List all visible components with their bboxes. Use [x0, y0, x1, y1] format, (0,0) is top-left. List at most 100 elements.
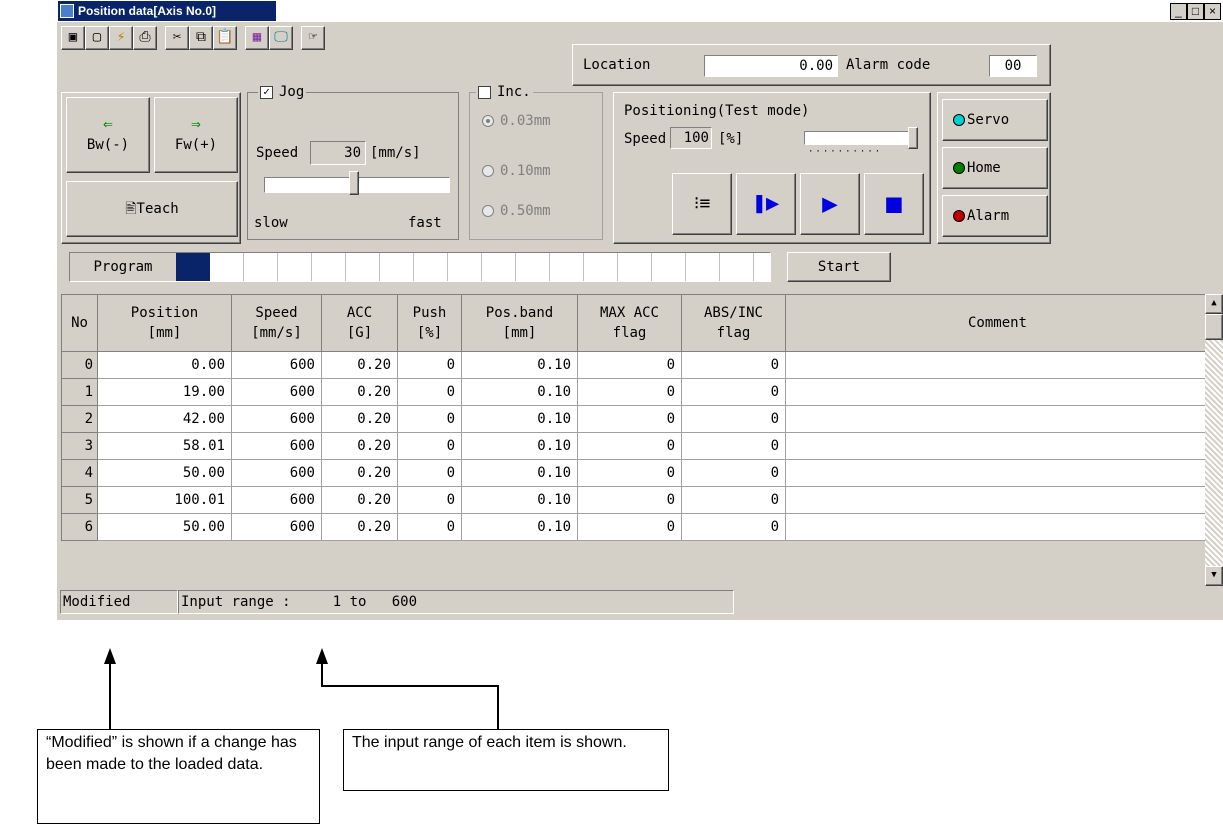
table-cell[interactable]: 0: [577, 351, 682, 379]
vertical-scrollbar[interactable]: ▲ ▼: [1205, 294, 1223, 586]
table-cell[interactable]: 0.10: [461, 405, 578, 433]
table-cell[interactable]: 0: [397, 405, 462, 433]
table-cell[interactable]: 0: [397, 378, 462, 406]
servo-button[interactable]: Servo: [942, 99, 1048, 141]
table-cell[interactable]: 600: [231, 351, 322, 379]
table-cell[interactable]: 0.20: [321, 459, 398, 487]
comment-cell[interactable]: [785, 432, 1210, 460]
table-cell[interactable]: 0.10: [461, 486, 578, 514]
table-row[interactable]: 3 58.01 600 0.20 0 0.10 0 0: [61, 432, 1210, 460]
start-button[interactable]: Start: [787, 252, 891, 282]
table-cell[interactable]: 0: [681, 486, 786, 514]
table-cell[interactable]: 0.10: [461, 432, 578, 460]
table-cell[interactable]: 0.10: [461, 513, 578, 541]
table-cell[interactable]: 0: [681, 378, 786, 406]
table-cell[interactable]: 0: [397, 513, 462, 541]
comment-cell[interactable]: [785, 405, 1210, 433]
maximize-button[interactable]: □: [1187, 3, 1204, 20]
table-cell[interactable]: 0.20: [321, 513, 398, 541]
table-cell[interactable]: 0: [681, 405, 786, 433]
scroll-down-icon[interactable]: ▼: [1205, 566, 1223, 586]
minimize-button[interactable]: _: [1170, 3, 1187, 20]
table-cell[interactable]: 0: [577, 378, 682, 406]
table-row[interactable]: 2 42.00 600 0.20 0 0.10 0 0: [61, 405, 1210, 433]
scroll-up-icon[interactable]: ▲: [1205, 294, 1223, 314]
table-cell[interactable]: 0.20: [321, 432, 398, 460]
table-cell[interactable]: 0.20: [321, 351, 398, 379]
comment-cell[interactable]: [785, 459, 1210, 487]
table-cell[interactable]: 0.20: [321, 405, 398, 433]
table-cell[interactable]: 600: [231, 486, 322, 514]
comment-cell[interactable]: [785, 378, 1210, 406]
table-cell[interactable]: 58.01: [97, 432, 232, 460]
table-cell[interactable]: 0.10: [461, 378, 578, 406]
table-cell[interactable]: 0: [681, 513, 786, 541]
comment-cell[interactable]: [785, 351, 1210, 379]
table-cell[interactable]: 600: [231, 459, 322, 487]
forward-button[interactable]: ⇒ Fw(+): [154, 97, 238, 173]
table-cell[interactable]: 50.00: [97, 513, 232, 541]
inc-checkbox[interactable]: Inc.: [476, 84, 533, 100]
paste-icon[interactable]: 📋: [213, 26, 237, 50]
table-cell[interactable]: 42.00: [97, 405, 232, 433]
table-cell[interactable]: 0.10: [461, 351, 578, 379]
step-button[interactable]: ⁝≡: [672, 173, 732, 235]
positioning-slider-track[interactable]: [804, 131, 916, 145]
table-icon[interactable]: ▦: [245, 26, 269, 50]
transfer-icon[interactable]: ⚡: [109, 26, 133, 50]
table-row[interactable]: 0 0.00 600 0.20 0 0.10 0 0: [61, 351, 1210, 379]
table-cell[interactable]: 19.00: [97, 378, 232, 406]
alarm-button[interactable]: Alarm: [942, 195, 1048, 237]
cut-icon[interactable]: ✂: [165, 26, 189, 50]
table-cell[interactable]: 0.00: [97, 351, 232, 379]
table-cell[interactable]: 0: [577, 459, 682, 487]
table-cell[interactable]: 0: [681, 459, 786, 487]
table-cell[interactable]: 600: [231, 378, 322, 406]
monitor-icon[interactable]: 🖵: [269, 26, 293, 50]
step-forward-button[interactable]: ❚▶: [736, 173, 796, 235]
table-cell[interactable]: 0: [577, 513, 682, 541]
table-cell[interactable]: 0: [577, 432, 682, 460]
teach-button[interactable]: 🖹Teach: [66, 181, 238, 237]
table-cell[interactable]: 0: [397, 486, 462, 514]
table-cell[interactable]: 0: [397, 459, 462, 487]
table-cell[interactable]: 0.20: [321, 486, 398, 514]
table-cell[interactable]: 600: [231, 513, 322, 541]
stop-button[interactable]: ■: [864, 173, 924, 235]
table-cell[interactable]: 0: [397, 351, 462, 379]
table-cell[interactable]: 0.10: [461, 459, 578, 487]
table-row[interactable]: 5 100.01 600 0.20 0 0.10 0 0: [61, 486, 1210, 514]
table-cell[interactable]: 0: [397, 432, 462, 460]
positioning-slider-thumb[interactable]: [908, 127, 918, 149]
comment-cell[interactable]: [785, 513, 1210, 541]
program-slots[interactable]: [210, 253, 770, 281]
table-cell[interactable]: 0: [681, 432, 786, 460]
table-cell[interactable]: 50.00: [97, 459, 232, 487]
new-icon[interactable]: ▢: [85, 26, 109, 50]
save-icon[interactable]: ▣: [61, 26, 85, 50]
jog-checkbox[interactable]: ✓ Jog: [258, 84, 307, 100]
inc-option-010[interactable]: 0.10mm: [482, 163, 551, 179]
table-cell[interactable]: 0: [577, 405, 682, 433]
positioning-speed-field[interactable]: 100: [670, 127, 712, 149]
play-button[interactable]: ▶: [800, 173, 860, 235]
home-button[interactable]: Home: [942, 147, 1048, 189]
jog-speed-field[interactable]: 30: [310, 141, 366, 165]
table-cell[interactable]: 0: [681, 351, 786, 379]
inc-option-003[interactable]: 0.03mm: [482, 113, 551, 129]
table-cell[interactable]: 600: [231, 405, 322, 433]
copy-icon[interactable]: ⧉: [189, 26, 213, 50]
backward-button[interactable]: ⇐ Bw(-): [66, 97, 150, 173]
table-cell[interactable]: 100.01: [97, 486, 232, 514]
scroll-thumb[interactable]: [1205, 314, 1223, 340]
table-row[interactable]: 4 50.00 600 0.20 0 0.10 0 0: [61, 459, 1210, 487]
close-button[interactable]: ×: [1204, 3, 1221, 20]
pointer-icon[interactable]: ☞: [301, 26, 325, 50]
table-cell[interactable]: 600: [231, 432, 322, 460]
table-row[interactable]: 6 50.00 600 0.20 0 0.10 0 0: [61, 513, 1210, 541]
print-icon[interactable]: ⎙: [133, 26, 157, 50]
table-cell[interactable]: 0.20: [321, 378, 398, 406]
table-row[interactable]: 1 19.00 600 0.20 0 0.10 0 0: [61, 378, 1210, 406]
jog-slider-thumb[interactable]: [349, 171, 359, 195]
table-cell[interactable]: 0: [577, 486, 682, 514]
